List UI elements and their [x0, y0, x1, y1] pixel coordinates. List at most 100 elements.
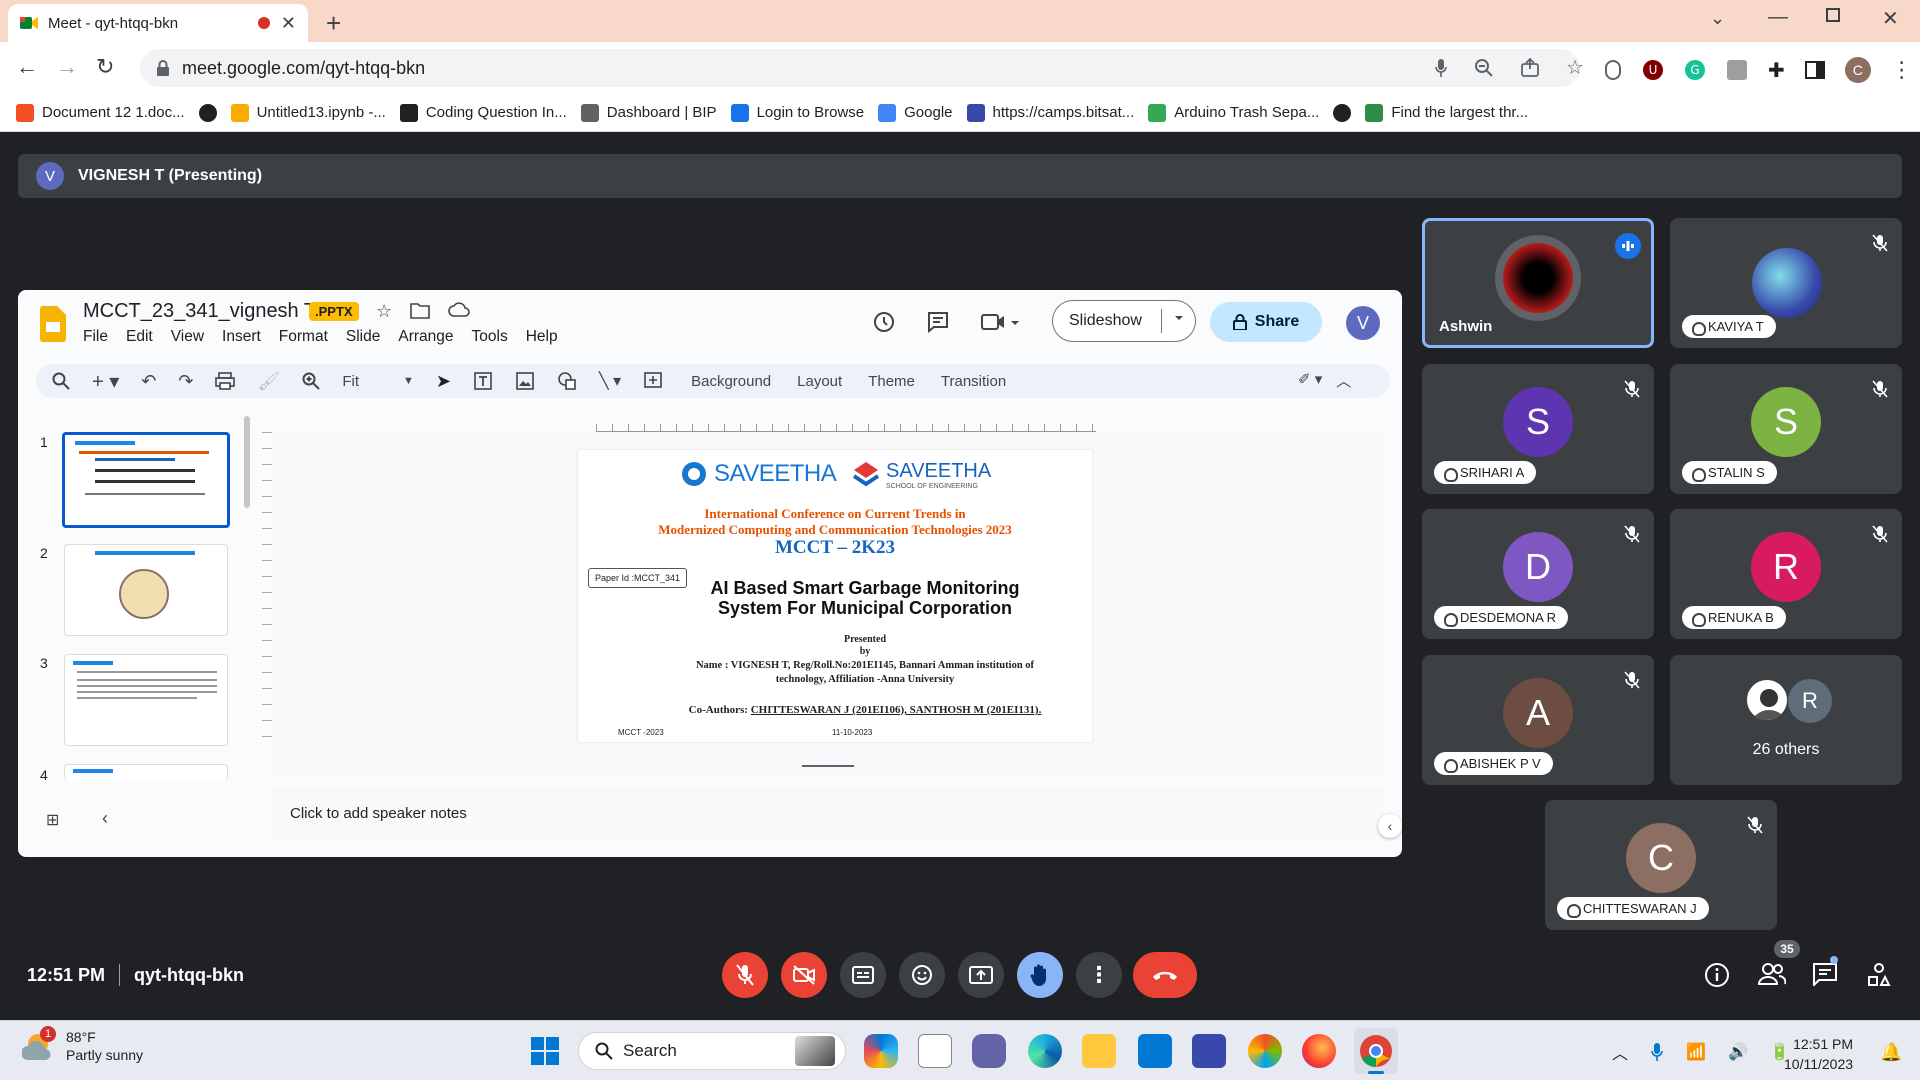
menu-edit[interactable]: Edit — [126, 328, 153, 346]
slide-thumbnail-1[interactable] — [62, 432, 230, 528]
bookmark-item[interactable]: Untitled13.ipynb -... — [230, 103, 386, 122]
menu-help[interactable]: Help — [526, 328, 558, 346]
transition-button[interactable]: Transition — [941, 373, 1006, 390]
bookmark-item[interactable]: Login to Browse — [730, 103, 864, 122]
copilot-icon[interactable] — [1248, 1034, 1282, 1068]
bookmark-item[interactable] — [1333, 103, 1352, 122]
zoom-select[interactable]: Fit ▼ — [342, 373, 414, 390]
back-arrow-icon[interactable]: ← — [16, 54, 38, 80]
captions-button[interactable] — [840, 952, 886, 998]
participant-tile-desdemona[interactable]: D DESDEMONA R — [1422, 509, 1654, 639]
notes-resize-handle[interactable] — [802, 765, 854, 767]
people-icon[interactable] — [1758, 962, 1786, 986]
more-options-button[interactable]: ⋮ — [1076, 952, 1122, 998]
others-tile[interactable]: R 26 others — [1670, 655, 1902, 785]
camera-toggle-button[interactable] — [781, 952, 827, 998]
raise-hand-button[interactable] — [1017, 952, 1063, 998]
select-cursor-icon[interactable]: ➤ — [436, 371, 451, 392]
bookmark-item[interactable]: Document 12 1.doc... — [16, 103, 185, 122]
star-icon[interactable]: ☆ — [376, 301, 392, 322]
menu-insert[interactable]: Insert — [222, 328, 261, 346]
participant-tile-renuka[interactable]: R RENUKA B — [1670, 509, 1902, 639]
menu-arrange[interactable]: Arrange — [398, 328, 453, 346]
text-box-icon[interactable] — [473, 371, 493, 391]
comments-icon[interactable] — [926, 310, 950, 334]
activities-icon[interactable] — [1866, 962, 1892, 988]
share-button[interactable]: Share — [1210, 302, 1322, 342]
chat-icon[interactable] — [1812, 962, 1838, 986]
theme-button[interactable]: Theme — [868, 373, 915, 390]
meet-camera-icon[interactable] — [980, 311, 1020, 333]
notification-bell-icon[interactable]: 🔔 — [1880, 1042, 1902, 1063]
collapse-menus-icon[interactable]: ︿ — [1336, 370, 1351, 391]
share-page-icon[interactable] — [1520, 58, 1540, 78]
extension-grammarly-icon[interactable]: G — [1684, 59, 1706, 81]
task-view-icon[interactable] — [918, 1034, 952, 1068]
participant-tile-srihari[interactable]: S SRIHARI A — [1422, 364, 1654, 494]
redo-icon[interactable]: ↷ — [178, 371, 193, 392]
menu-tools[interactable]: Tools — [472, 328, 508, 346]
line-icon[interactable]: ╲ ▾ — [599, 371, 621, 391]
forward-arrow-icon[interactable]: → — [56, 54, 78, 80]
new-tab-button[interactable]: + — [326, 8, 341, 39]
add-comment-icon[interactable] — [643, 371, 663, 391]
profile-avatar[interactable]: C — [1844, 57, 1871, 83]
slideshow-dropdown-icon[interactable] — [1173, 312, 1185, 324]
slide-thumbnail-2[interactable] — [64, 544, 228, 636]
slides-user-avatar[interactable]: V — [1346, 306, 1380, 340]
cloud-status-icon[interactable] — [448, 301, 470, 322]
bookmark-item[interactable]: Google — [878, 103, 953, 122]
close-window-button[interactable]: ✕ — [1882, 6, 1899, 31]
bookmark-item[interactable]: Find the largest thr... — [1365, 103, 1528, 122]
firefox-icon[interactable] — [1302, 1034, 1336, 1068]
start-windows-icon[interactable] — [530, 1036, 560, 1066]
extensions-puzzle-icon[interactable]: ✚ — [1768, 58, 1785, 83]
address-bar[interactable]: meet.google.com/qyt-htqq-bkn — [140, 49, 1580, 87]
grid-view-icon[interactable]: ⊞ — [46, 810, 59, 830]
tray-chevron-icon[interactable]: ︿ — [1612, 1040, 1628, 1064]
mic-toggle-button[interactable] — [722, 952, 768, 998]
microphone-icon[interactable] — [1434, 58, 1448, 78]
wifi-icon[interactable]: 📶 — [1686, 1042, 1706, 1062]
maximize-button[interactable] — [1826, 8, 1840, 22]
new-slide-icon[interactable]: + ▾ — [92, 369, 119, 394]
reload-icon[interactable]: ↻ — [96, 54, 114, 80]
move-folder-icon[interactable] — [410, 301, 430, 322]
side-panel-icon[interactable] — [1804, 61, 1825, 79]
bookmark-star-icon[interactable]: ☆ — [1566, 58, 1584, 78]
shape-icon[interactable] — [557, 371, 577, 391]
bookmark-item[interactable]: Coding Question In... — [399, 103, 567, 122]
teams-chat-icon[interactable] — [972, 1034, 1006, 1068]
search-menus-icon[interactable] — [52, 372, 70, 390]
participant-tile-kaviya[interactable]: KAVIYA T — [1670, 218, 1902, 348]
slideshow-button[interactable]: Slideshow — [1052, 300, 1196, 342]
slide-thumbnail-4[interactable] — [64, 764, 228, 780]
bookmark-item[interactable]: Arduino Trash Sepa... — [1148, 103, 1319, 122]
menu-slide[interactable]: Slide — [346, 328, 380, 346]
bookmark-item[interactable]: https://camps.bitsat... — [966, 103, 1134, 122]
close-tab-icon[interactable]: ✕ — [281, 13, 296, 34]
file-explorer-icon[interactable] — [1082, 1034, 1116, 1068]
zoom-in-icon[interactable] — [302, 372, 321, 390]
extension-ublock-icon[interactable]: U — [1642, 59, 1664, 81]
browser-tab[interactable]: Meet - qyt-htqq-bkn ✕ — [8, 4, 308, 42]
taskbar-search[interactable]: Search — [578, 1032, 846, 1070]
minimize-button[interactable]: — — [1768, 6, 1788, 29]
participant-tile-chitteswaran[interactable]: C CHITTESWARAN J — [1545, 800, 1777, 930]
meeting-details-icon[interactable] — [1704, 962, 1730, 988]
speaker-notes[interactable]: Click to add speaker notes — [272, 788, 1384, 838]
layout-button[interactable]: Layout — [797, 373, 842, 390]
leave-call-button[interactable] — [1133, 952, 1197, 998]
participant-tile-stalin[interactable]: S STALIN S — [1670, 364, 1902, 494]
menu-format[interactable]: Format — [279, 328, 328, 346]
widgets-app-icon[interactable] — [864, 1034, 898, 1068]
taskbar-clock[interactable]: 12:51 PM 10/11/2023 — [1784, 1034, 1853, 1074]
undo-icon[interactable]: ↶ — [141, 371, 156, 392]
zoom-icon[interactable] — [1474, 58, 1494, 78]
tab-search-icon[interactable]: ⌄ — [1710, 8, 1725, 29]
reactions-button[interactable] — [899, 952, 945, 998]
visual-studio-icon[interactable] — [1192, 1034, 1226, 1068]
paint-format-icon[interactable]: 🖌 — [257, 371, 280, 392]
slide-thumbnail-3[interactable] — [64, 654, 228, 746]
extension-avatar-icon[interactable] — [1726, 59, 1748, 81]
